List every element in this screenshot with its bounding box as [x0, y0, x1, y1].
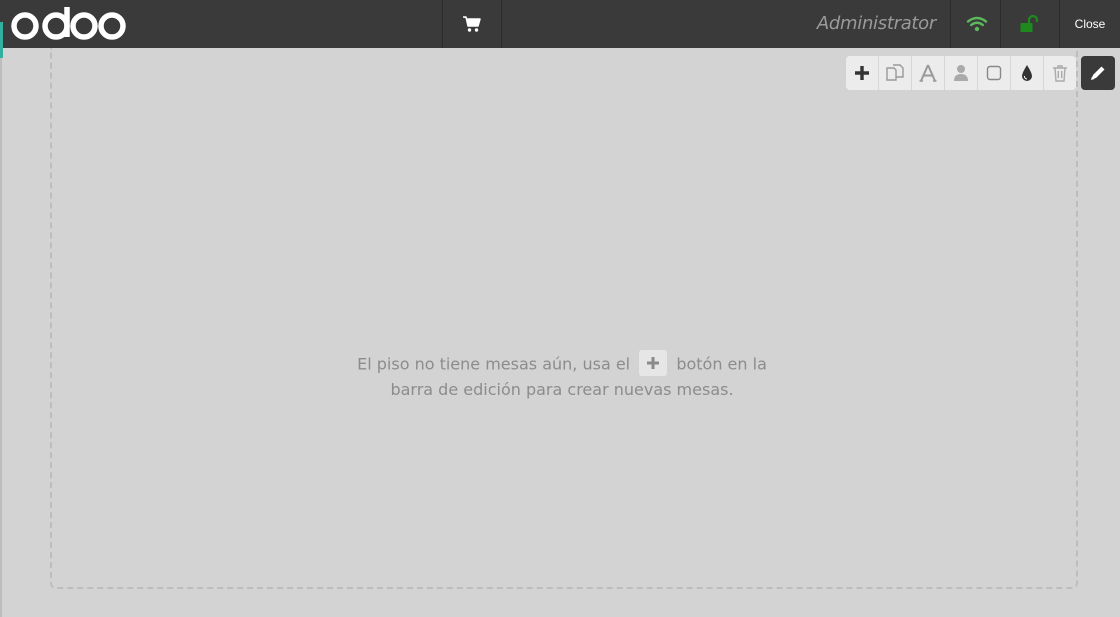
wifi-icon	[966, 16, 988, 32]
table-shape-button[interactable]	[978, 56, 1011, 90]
left-edge	[0, 48, 2, 617]
delete-table-button[interactable]	[1044, 56, 1076, 90]
connection-status-button[interactable]	[953, 0, 1001, 48]
shape-icon	[986, 65, 1002, 81]
username-label[interactable]: Administrator	[817, 13, 936, 34]
seats-icon	[954, 65, 968, 81]
color-drop-icon	[1022, 65, 1032, 81]
add-table-button[interactable]	[846, 56, 879, 90]
top-bar: Administrator Close	[0, 0, 1120, 48]
duplicate-icon	[886, 64, 904, 81]
left-accent	[0, 22, 3, 58]
inline-plus-badge	[639, 350, 668, 376]
trash-icon	[1053, 65, 1067, 82]
table-color-button[interactable]	[1011, 56, 1044, 90]
separator	[1000, 0, 1001, 48]
table-seats-button[interactable]	[945, 56, 978, 90]
plus-icon	[855, 66, 869, 80]
duplicate-table-button[interactable]	[879, 56, 912, 90]
plus-icon	[647, 357, 660, 369]
empty-floor-message: El piso no tiene mesas aún, usa el botón…	[300, 350, 824, 402]
unlock-icon	[1020, 15, 1039, 32]
separator	[950, 0, 951, 48]
empty-message-part1: El piso no tiene mesas aún, usa el	[357, 354, 631, 374]
rename-icon	[919, 64, 937, 82]
order-cart-button[interactable]	[443, 0, 501, 48]
edit-floor-toggle-button[interactable]	[1081, 56, 1115, 90]
separator	[501, 0, 502, 48]
odoo-logo	[11, 7, 126, 40]
floor-map[interactable]	[50, 48, 1078, 589]
edit-toolbar	[846, 56, 1076, 90]
close-button[interactable]: Close	[1060, 0, 1120, 48]
empty-message-part2: botón en la	[676, 354, 767, 374]
pencil-icon	[1091, 66, 1105, 80]
shopping-cart-icon	[463, 16, 481, 32]
empty-message-line2: barra de edición para crear nuevas mesas…	[390, 380, 734, 399]
rename-table-button[interactable]	[912, 56, 945, 90]
lock-button[interactable]	[1005, 0, 1053, 48]
